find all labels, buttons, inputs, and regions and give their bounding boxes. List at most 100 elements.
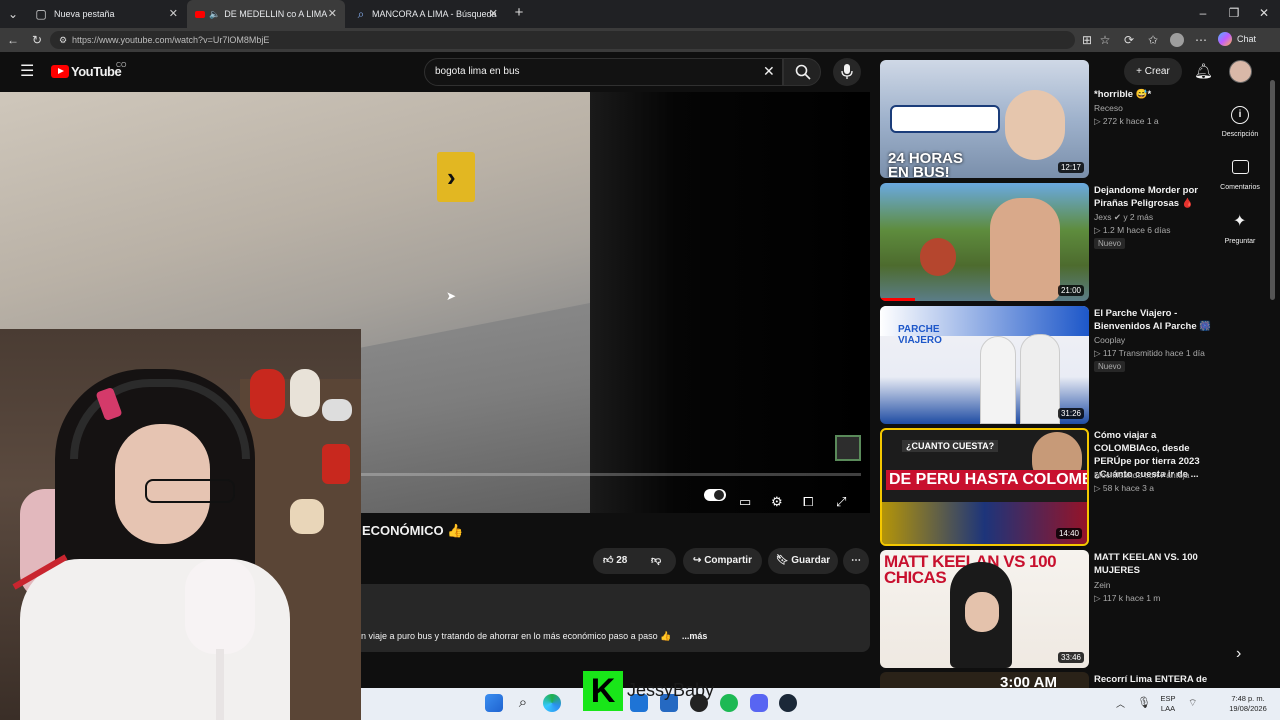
video-meta: ▷ 58 k hace 3 a	[1094, 483, 1154, 493]
ask-rail-label[interactable]: Preguntar	[1212, 238, 1268, 245]
decor-item	[322, 444, 350, 484]
close-window-icon[interactable]: ✕	[1257, 6, 1271, 20]
close-icon[interactable]: ✕	[169, 7, 178, 20]
progress-bar[interactable]	[361, 473, 861, 476]
chat-label[interactable]: Chat	[1237, 34, 1256, 44]
kick-logo: K	[583, 671, 623, 711]
restore-icon[interactable]: ❐	[1227, 6, 1241, 20]
recommendation-thumbnail[interactable]: 21:00	[880, 183, 1089, 301]
settings-gear-icon[interactable]: ⚙	[771, 494, 783, 510]
person-image	[980, 336, 1016, 424]
comments-icon[interactable]	[1232, 160, 1249, 174]
tab-list-icon[interactable]: ⌄	[6, 7, 20, 21]
search-input[interactable]: bogota lima en bus	[424, 58, 783, 86]
tab-youtube[interactable]: 🔈 DE MEDELLIN co A LIMA pe EN ✕	[187, 0, 345, 28]
channel-name[interactable]: Cooplay	[1094, 334, 1125, 346]
thumbs-up-icon: 👍︎	[603, 555, 614, 566]
save-button[interactable]: 🔖︎ Guardar	[768, 548, 838, 574]
recommendation-thumbnail[interactable]: 24 HORAS EN BUS! 12:17	[880, 60, 1089, 178]
recommendation-title[interactable]: Dejandome Morder por Pirañas Peligrosas …	[1094, 184, 1214, 210]
fullscreen-icon[interactable]: ⤢	[836, 494, 846, 510]
microphone-icon[interactable]: 🎙︎	[1137, 696, 1151, 709]
miniplayer-icon[interactable]: ⧠	[803, 494, 813, 510]
like-dislike-group: 👍︎ 28 👎︎	[593, 548, 676, 574]
reload-icon[interactable]: ↻	[30, 33, 44, 47]
favorites-icon[interactable]: ✩	[1146, 33, 1160, 47]
steam-icon[interactable]	[779, 694, 797, 712]
microphone-arm	[216, 649, 224, 720]
recommendation-title[interactable]: MATT KEELAN VS. 100 MUJERES	[1094, 551, 1214, 577]
clock[interactable]: 7:48 p. m. 19/08/2026	[1222, 694, 1274, 714]
minimize-icon[interactable]: –	[1196, 6, 1210, 20]
back-icon[interactable]: ←	[6, 33, 20, 47]
youtube-logo-text[interactable]: YouTube	[71, 64, 122, 79]
recommendation-title[interactable]: *horrible 😅*	[1094, 88, 1214, 101]
recommendation-thumbnail[interactable]: PARCHE VIAJERO 31:26	[880, 306, 1089, 424]
autoplay-toggle[interactable]	[704, 489, 726, 501]
discord-icon[interactable]	[750, 694, 768, 712]
account-avatar[interactable]	[1229, 60, 1252, 83]
notifications-bell-icon[interactable]: 🔔︎	[1194, 62, 1213, 80]
subtitles-icon[interactable]: ▭	[739, 494, 751, 510]
recommendation-title[interactable]: Recorrí Lima ENTERA de	[1094, 673, 1214, 686]
recommendation-thumbnail[interactable]: MATT KEELAN VS 100 CHICAS 33:46	[880, 550, 1089, 668]
chevron-right-icon[interactable]: ›	[1236, 645, 1241, 663]
tab-new-tab[interactable]: ▢ Nueva pestaña ✕	[26, 0, 186, 28]
share-label: Compartir	[704, 555, 752, 566]
extension-icon[interactable]: ⟳	[1122, 33, 1136, 47]
plush-toy	[322, 399, 352, 421]
glasses	[145, 479, 235, 503]
share-button[interactable]: ↪ Compartir	[683, 548, 762, 574]
recommendation-thumbnail[interactable]: ¿CUANTO CUESTA? DE PERU HASTA COLOMBIA 1…	[880, 428, 1089, 546]
thumbnail-text: PARCHE VIAJERO	[898, 324, 942, 346]
chevron-up-icon[interactable]: ︿	[1116, 697, 1125, 710]
menu-icon[interactable]: ☰	[20, 63, 34, 81]
site-info-icon[interactable]: ⚙	[56, 33, 70, 47]
youtube-logo-icon[interactable]	[51, 65, 69, 78]
create-button[interactable]: + Crear	[1124, 58, 1182, 85]
channel-name[interactable]: Mochileando con Pantoja	[1094, 469, 1189, 481]
scrollbar[interactable]	[1270, 80, 1275, 300]
new-tab-icon[interactable]: +	[512, 5, 526, 20]
recommendation-title[interactable]: El Parche Viajero - Bienvenidos Al Parch…	[1094, 307, 1214, 333]
region-code: CO	[116, 62, 127, 69]
search-icon: ⌕	[357, 7, 365, 21]
dislike-button[interactable]: 👎︎	[651, 548, 661, 574]
description-rail-label[interactable]: Descripción	[1212, 131, 1268, 138]
favorite-icon[interactable]: ☆	[1098, 33, 1112, 47]
info-icon[interactable]: i	[1231, 106, 1249, 124]
speaker-icon[interactable]: 🔈	[209, 9, 220, 20]
layout-code: LAA	[1160, 704, 1176, 713]
show-more-link[interactable]: ...más	[682, 631, 708, 641]
close-icon[interactable]: ✕	[328, 7, 337, 20]
close-icon[interactable]: ✕	[489, 7, 498, 20]
search-button[interactable]	[783, 58, 821, 86]
url-field[interactable]: https://www.youtube.com/watch?v=Ur7lOM8M…	[50, 31, 1075, 49]
lang-code: ESP	[1160, 694, 1176, 703]
tab-bing-search[interactable]: ⌕ MANCORA A LIMA - Búsqueda ✕	[346, 0, 506, 28]
more-icon[interactable]: ⋯	[1194, 33, 1208, 47]
spotify-icon[interactable]	[720, 694, 738, 712]
qr-code-icon	[835, 435, 861, 461]
duration-badge: 21:00	[1057, 285, 1084, 296]
duration-badge: 31:26	[1057, 408, 1084, 419]
search-icon[interactable]: ⌕	[514, 694, 532, 712]
comments-rail-label[interactable]: Comentarios	[1212, 184, 1268, 191]
sparkle-icon[interactable]: ✦	[1233, 211, 1246, 231]
edge-icon[interactable]	[543, 694, 561, 712]
copilot-icon[interactable]	[1218, 32, 1232, 46]
streamer-name: JessyBaby	[627, 680, 715, 700]
voice-search-button[interactable]	[833, 58, 861, 86]
clear-search-icon[interactable]: ✕	[763, 63, 775, 80]
channel-name[interactable]: Jexs ✔ y 2 más	[1094, 211, 1153, 223]
network-icon[interactable]: ⌔	[1188, 697, 1197, 710]
channel-name[interactable]: Zein	[1094, 579, 1111, 591]
language-indicator[interactable]: ESP LAA	[1157, 694, 1179, 714]
app-icon[interactable]: ⊞	[1080, 33, 1094, 47]
more-actions-button[interactable]: ⋯	[843, 548, 869, 574]
windows-start-icon[interactable]	[485, 694, 503, 712]
channel-name[interactable]: Receso	[1094, 102, 1123, 114]
profile-avatar[interactable]	[1170, 33, 1184, 47]
thumbs-down-icon: 👎︎	[651, 555, 662, 566]
like-button[interactable]: 👍︎ 28	[603, 555, 627, 566]
